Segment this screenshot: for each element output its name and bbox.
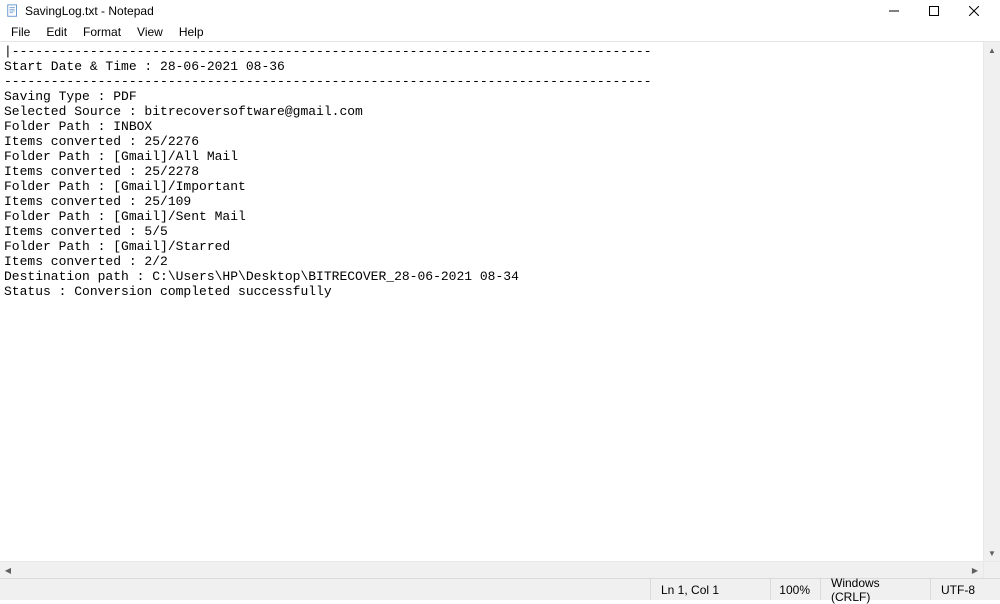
status-cursor-position: Ln 1, Col 1 (650, 579, 770, 600)
status-zoom: 100% (770, 579, 820, 600)
close-button[interactable] (954, 0, 994, 22)
menubar: File Edit Format View Help (0, 22, 1000, 42)
notepad-icon (6, 4, 20, 18)
scroll-right-arrow-icon[interactable]: ▶ (967, 562, 983, 578)
horizontal-scroll-track[interactable] (16, 562, 967, 578)
minimize-button[interactable] (874, 0, 914, 22)
maximize-button[interactable] (914, 0, 954, 22)
menu-format[interactable]: Format (76, 23, 128, 41)
text-editor[interactable]: |---------------------------------------… (0, 42, 983, 561)
status-line-ending: Windows (CRLF) (820, 579, 930, 600)
status-encoding: UTF-8 (930, 579, 1000, 600)
vertical-scrollbar[interactable]: ▲ ▼ (983, 42, 1000, 561)
window-title: SavingLog.txt - Notepad (25, 4, 154, 18)
status-spacer (0, 579, 650, 600)
menu-help[interactable]: Help (172, 23, 211, 41)
statusbar: Ln 1, Col 1 100% Windows (CRLF) UTF-8 (0, 578, 1000, 600)
menu-file[interactable]: File (4, 23, 37, 41)
scrollbar-corner (983, 562, 1000, 578)
horizontal-scrollbar[interactable]: ◀ ▶ (0, 561, 1000, 578)
menu-edit[interactable]: Edit (39, 23, 74, 41)
menu-view[interactable]: View (130, 23, 170, 41)
scroll-left-arrow-icon[interactable]: ◀ (0, 562, 16, 578)
scroll-up-arrow-icon[interactable]: ▲ (984, 42, 1000, 58)
scroll-down-arrow-icon[interactable]: ▼ (984, 545, 1000, 561)
titlebar: SavingLog.txt - Notepad (0, 0, 1000, 22)
content-frame: |---------------------------------------… (0, 42, 1000, 561)
